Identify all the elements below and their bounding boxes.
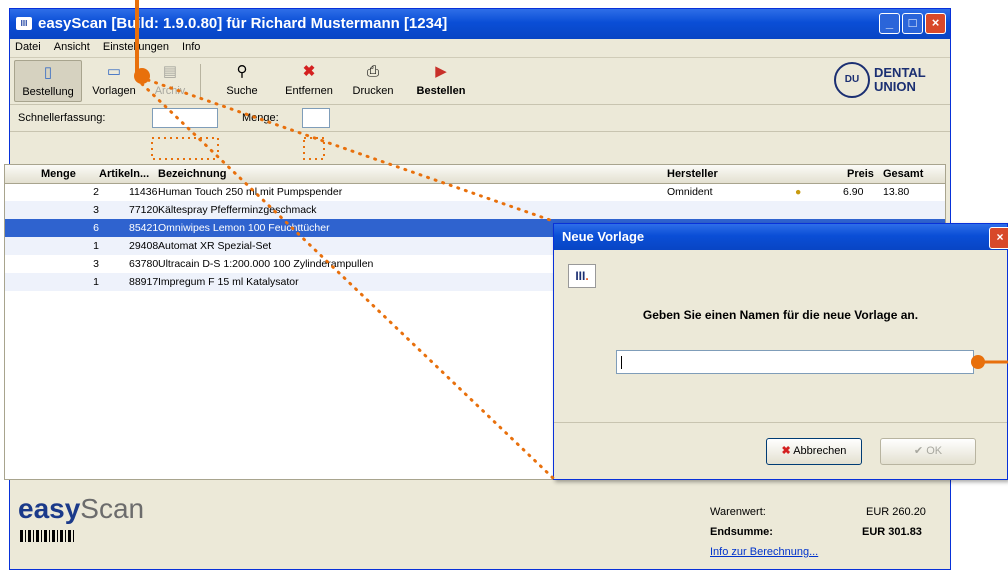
menge-label: Menge: [242,112,279,124]
title-bar[interactable]: III easyScan [Build: 1.9.0.80] für Richa… [10,9,950,39]
drucken-label: Drucken [352,85,394,97]
menu-datei[interactable]: Datei [10,39,46,53]
bestellung-label: Bestellung [22,86,74,98]
archiv-button[interactable]: ▤ Archiv [146,60,194,102]
coins-icon: ● [795,186,802,198]
cell-menge: 6 [93,222,99,234]
table-row[interactable]: 3 77120 Kältespray Pfefferminzgeschmack [5,201,945,219]
cell-menge: 3 [93,258,99,270]
endsumme-value: EUR 301.83 [862,526,922,538]
schnellerfassung-input[interactable] [152,108,218,128]
templates-icon: ▭ [106,63,122,80]
menu-info[interactable]: Info [177,39,205,53]
vorlagen-label: Vorlagen [92,85,136,97]
cell-bezeichnung: Automat XR Spezial-Set [158,240,272,252]
col-menge[interactable]: Menge [41,168,76,180]
cell-hersteller: Omnident [667,186,713,198]
easyscan-dialog-icon: III. [568,264,596,288]
col-bezeichnung[interactable]: Bezeichnung [158,168,226,180]
send-order-icon: ▶ [435,63,447,80]
drucken-button[interactable]: ⎙ Drucken [344,60,402,102]
warenwert-value: EUR 260.20 [866,506,926,518]
endsumme-label: Endsumme: [710,526,773,538]
dialog-close-button[interactable]: × [989,227,1008,249]
entfernen-button[interactable]: ✖ Entfernen [278,60,340,102]
table-row[interactable]: 2 11436 Human Touch 250 ml mit Pumpspender… [5,183,945,201]
cell-menge: 1 [93,276,99,288]
window-title: easyScan [Build: 1.9.0.80] für Richard M… [38,15,448,32]
menu-bar: Datei Ansicht Einstellungen Info [10,39,950,58]
table-header: Menge Artikeln... Bezeichnung Hersteller… [5,165,945,184]
ok-button[interactable]: ✔ OK [880,438,976,465]
col-gesamt[interactable]: Gesamt [883,168,923,180]
cell-bezeichnung: Human Touch 250 ml mit Pumpspender [158,186,343,198]
cell-bezeichnung: Omniwipes Lemon 100 Feuchttücher [158,222,330,234]
ok-label: OK [926,445,943,457]
suche-button[interactable]: ⚲ Suche [212,60,272,102]
toolbar: ▯ Bestellung ▭ Vorlagen ▤ Archiv ⚲ Suche… [10,58,950,105]
bestellen-button[interactable]: ▶ Bestellen [406,60,476,102]
menu-ansicht[interactable]: Ansicht [49,39,95,53]
bestellung-button[interactable]: ▯ Bestellung [14,60,82,102]
abbrechen-label: Abbrechen [793,445,847,457]
dialog-title-bar[interactable]: Neue Vorlage [554,224,1007,250]
printer-icon: ⎙ [366,63,379,80]
dental-union-mark: DU [834,62,870,98]
check-icon: ✔ [913,445,924,457]
app-icon: III [16,17,32,30]
info-link[interactable]: Info zur Berechnung... [710,546,818,558]
cell-menge: 3 [93,204,99,216]
cell-artikel: 77120 [129,204,159,216]
dialog-message: Geben Sie einen Namen für die neue Vorla… [642,308,919,322]
text-caret [621,356,622,369]
minimize-button[interactable]: _ [879,13,900,34]
neue-vorlage-dialog: Neue Vorlage × III. Geben Sie einen Name… [553,223,1008,480]
cell-artikel: 85421 [129,222,159,234]
order-document-icon: ▯ [43,64,53,81]
vorlagen-button[interactable]: ▭ Vorlagen [84,60,144,102]
easyscan-logo: easyScan [18,493,145,524]
toolbar-separator [200,64,201,98]
menge-input[interactable] [302,108,330,128]
cell-bezeichnung: Ultracain D-S 1:200.000 100 Zylinderampu… [158,258,374,270]
menu-einstellungen[interactable]: Einstellungen [98,39,174,53]
suche-label: Suche [226,85,258,97]
col-hersteller[interactable]: Hersteller [667,168,718,180]
cell-menge: 1 [93,240,99,252]
warenwert-label: Warenwert: [710,506,766,518]
schnellerfassung-label: Schnellerfassung: [18,112,106,124]
barcode-icon [20,530,76,542]
entfernen-label: Entfernen [285,85,333,97]
cell-gesamt: 13.80 [883,186,910,198]
cell-artikel: 88917 [129,276,159,288]
archive-icon: ▤ [162,63,178,80]
dental-union-logo: DU DENTAL UNION [834,62,942,98]
abbrechen-button[interactable]: ✖ Abbrechen [766,438,862,465]
cell-artikel: 63780 [129,258,159,270]
dialog-title: Neue Vorlage [562,229,645,244]
delete-icon: ✖ [302,63,316,80]
cell-menge: 2 [93,186,99,198]
dialog-separator [554,422,1007,423]
cancel-icon: ✖ [781,445,791,457]
logo-text: DENTAL UNION [874,65,926,94]
cell-bezeichnung: Kältespray Pfefferminzgeschmack [158,204,317,216]
search-icon: ⚲ [236,63,248,80]
footer: easyScan Warenwert: EUR 260.20 Endsumme:… [10,480,950,568]
col-artikel[interactable]: Artikeln... [99,168,149,180]
bestellen-label: Bestellen [416,85,466,97]
cell-artikel: 29408 [129,240,159,252]
quick-entry-bar: Schnellerfassung: Menge: [10,105,950,132]
close-button[interactable]: × [925,13,946,34]
cell-artikel: 11436 [129,186,158,198]
vorlage-name-input[interactable] [616,350,974,374]
maximize-button[interactable]: □ [902,13,923,34]
archiv-label: Archiv [154,85,186,97]
col-preis[interactable]: Preis [847,168,874,180]
cell-preis: 6.90 [843,186,864,198]
cell-bezeichnung: Impregum F 15 ml Katalysator [158,276,299,288]
